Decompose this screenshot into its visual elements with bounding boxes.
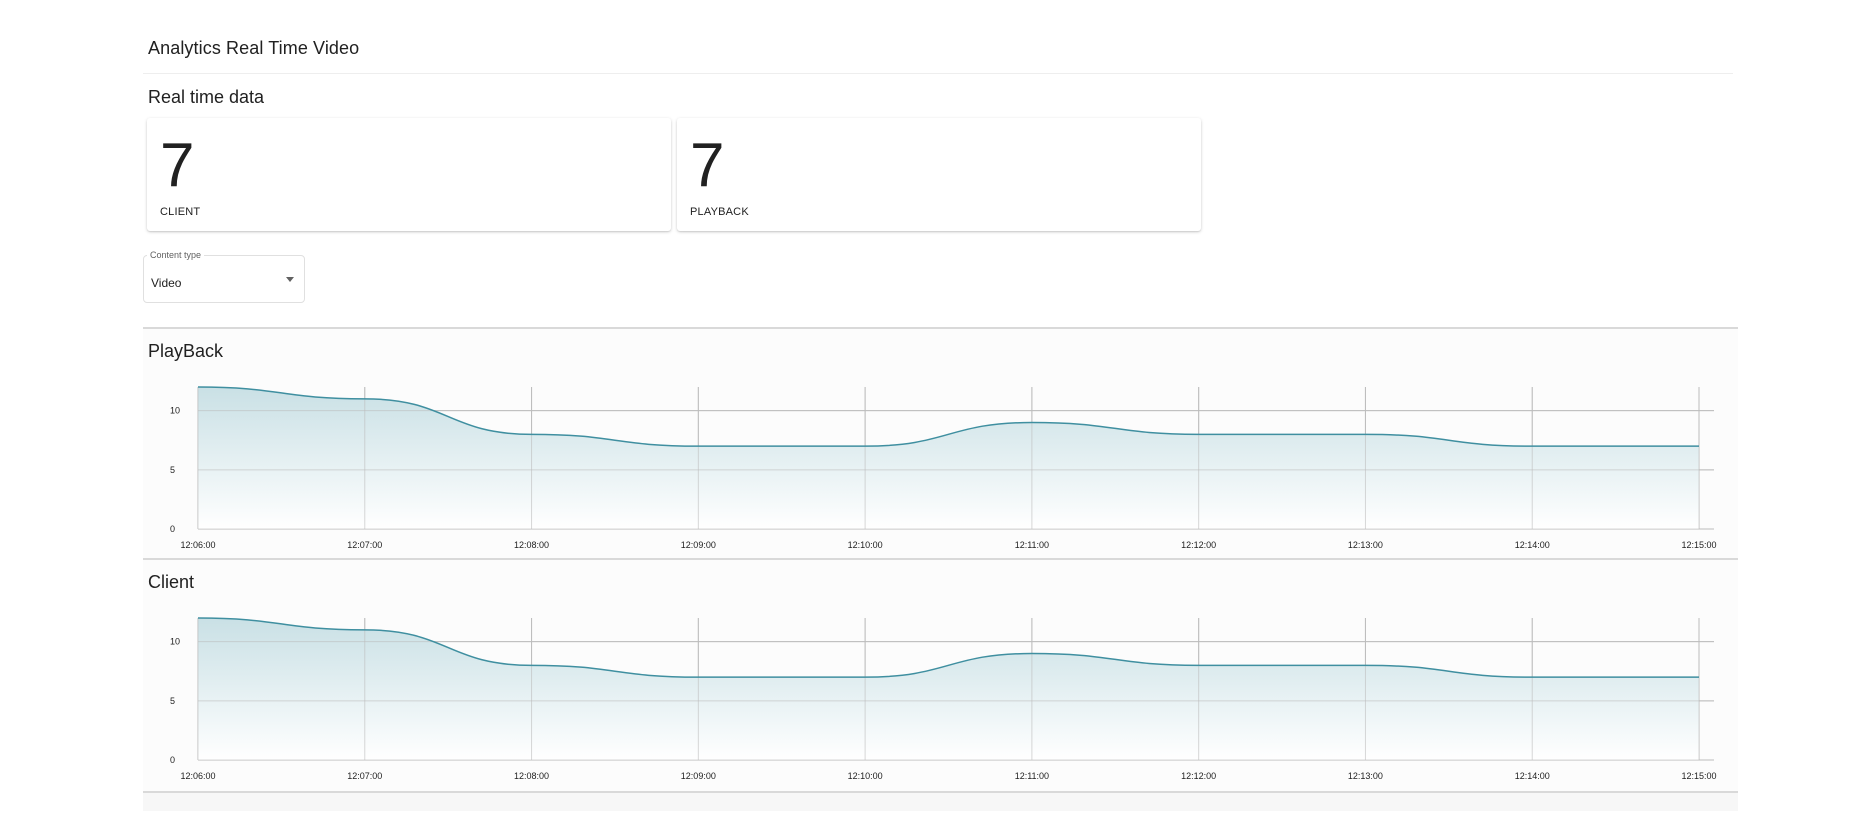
bottom-band <box>143 793 1738 811</box>
x-tick-label: 12:08:00 <box>514 540 549 550</box>
series-area <box>198 618 1699 760</box>
x-tick-label: 12:14:00 <box>1515 771 1550 781</box>
content-type-value: Video <box>151 276 182 290</box>
playback-count: 7 <box>690 131 725 200</box>
series-area <box>198 387 1699 529</box>
y-tick-label: 10 <box>170 406 180 416</box>
analytics-page: Analytics Real Time Video Real time data… <box>143 0 1738 839</box>
client-chart: 0 5 10 12:06:00 12:07:00 12:08:00 12:09:00 12:1… <box>170 617 1717 781</box>
x-tick-label: 12:11:00 <box>1015 771 1049 781</box>
client-label: CLIENT <box>160 206 201 218</box>
data-point <box>363 397 366 400</box>
data-point <box>1364 433 1367 436</box>
x-tick-label: 12:13:00 <box>1348 771 1383 781</box>
x-tick-label: 12:07:00 <box>347 771 382 781</box>
data-point <box>1364 664 1367 667</box>
x-tick-label: 12:12:00 <box>1181 771 1216 781</box>
x-tick-label: 12:07:00 <box>347 540 382 550</box>
x-tick-label: 12:10:00 <box>848 540 883 550</box>
client-count: 7 <box>160 131 195 200</box>
data-point <box>1030 421 1033 424</box>
x-tick-label: 12:08:00 <box>514 771 549 781</box>
realtime-section-title: Real time data <box>148 87 265 107</box>
data-point <box>530 664 533 667</box>
x-tick-label: 12:15:00 <box>1681 540 1716 550</box>
x-tick-label: 12:11:00 <box>1015 540 1049 550</box>
data-point <box>1531 445 1534 448</box>
data-point <box>1197 433 1200 436</box>
x-tick-label: 12:12:00 <box>1181 540 1216 550</box>
client-chart-panel: Client 0 5 10 12:06:00 12:07:00 12:08:00 12:09… <box>143 558 1738 793</box>
y-tick-label: 5 <box>170 696 175 706</box>
data-point <box>363 628 366 631</box>
x-tick-label: 12:09:00 <box>681 771 716 781</box>
data-point <box>697 676 700 679</box>
dropdown-caret-icon[interactable] <box>286 277 294 282</box>
playback-stat-card: 7 PLAYBACK <box>677 118 1201 231</box>
x-tick-label: 12:09:00 <box>681 540 716 550</box>
data-point <box>197 617 200 620</box>
x-tick-label: 12:06:00 <box>180 771 215 781</box>
playback-chart: 0 5 10 12:06:00 12:07:00 12:08:00 12:09:00 12:1… <box>170 386 1717 550</box>
x-tick-label: 12:15:00 <box>1681 771 1716 781</box>
content-type-select[interactable]: Content type Video <box>143 250 305 303</box>
y-tick-label: 0 <box>170 524 175 534</box>
data-point <box>1030 652 1033 655</box>
data-point <box>1698 445 1701 448</box>
x-tick-label: 12:14:00 <box>1515 540 1550 550</box>
content-type-label: Content type <box>147 250 205 260</box>
data-point <box>1531 676 1534 679</box>
data-point <box>864 445 867 448</box>
data-point <box>197 386 200 389</box>
x-tick-label: 12:06:00 <box>180 540 215 550</box>
data-point <box>1698 676 1701 679</box>
playback-chart-panel: PlayBack 0 5 10 12:06:00 12:07:00 12:08:00 12:… <box>143 327 1738 560</box>
y-tick-label: 0 <box>170 755 175 765</box>
data-point <box>697 445 700 448</box>
y-tick-label: 5 <box>170 465 175 475</box>
client-stat-card: 7 CLIENT <box>147 118 671 231</box>
data-point <box>530 433 533 436</box>
title-divider <box>143 73 1733 74</box>
data-point <box>1197 664 1200 667</box>
y-tick-label: 10 <box>170 637 180 647</box>
page-title: Analytics Real Time Video <box>148 38 360 58</box>
x-tick-label: 12:13:00 <box>1348 540 1383 550</box>
data-point <box>864 676 867 679</box>
playback-label: PLAYBACK <box>690 206 749 218</box>
x-tick-label: 12:10:00 <box>848 771 883 781</box>
